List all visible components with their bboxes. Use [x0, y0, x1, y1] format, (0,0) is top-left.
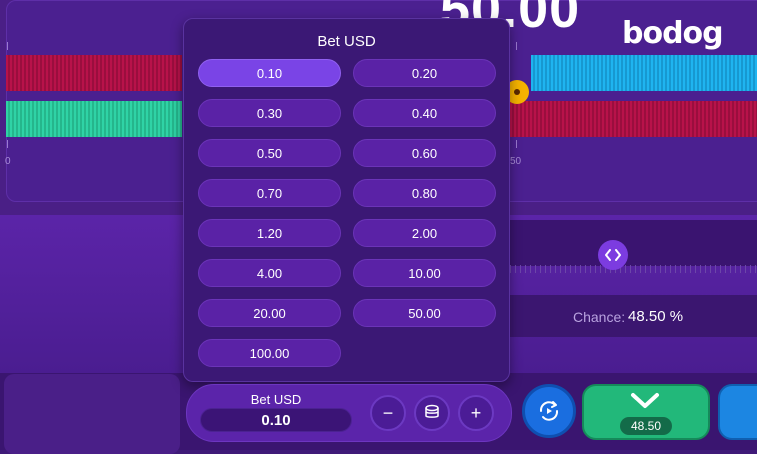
- axis-tick: [516, 140, 517, 148]
- bet-panel-title: Bet USD: [317, 33, 376, 50]
- bet-option[interactable]: 0.50: [198, 139, 341, 167]
- bet-option[interactable]: 10.00: [353, 259, 496, 287]
- roll-under-value: 48.50: [620, 417, 672, 435]
- coin-stack-icon: [425, 404, 439, 418]
- red-range-bar-bottom: [510, 101, 757, 137]
- chevron-down-icon: [631, 393, 659, 408]
- plus-icon: +: [470, 402, 482, 423]
- bet-option[interactable]: 50.00: [353, 299, 496, 327]
- increase-bet-button[interactable]: +: [458, 395, 494, 431]
- axis-tick: [7, 42, 8, 50]
- bet-option[interactable]: 0.60: [353, 139, 496, 167]
- bodog-logo: bodog: [622, 16, 724, 51]
- bottom-left-card: [4, 374, 180, 454]
- slider-handle[interactable]: [598, 240, 628, 270]
- bet-control-title: Bet USD: [250, 392, 302, 407]
- axis-label-min: 0: [5, 156, 11, 167]
- bet-option[interactable]: 0.30: [198, 99, 341, 127]
- bet-option[interactable]: 0.10: [198, 59, 341, 87]
- bet-option[interactable]: 2.00: [353, 219, 496, 247]
- bet-option[interactable]: 0.80: [353, 179, 496, 207]
- chance-slider-track[interactable]: [505, 220, 757, 266]
- chance-label: Chance:: [573, 309, 626, 325]
- axis-label-mid: 50: [510, 156, 522, 167]
- axis-tick: [516, 42, 517, 50]
- bet-option[interactable]: 0.20: [353, 59, 496, 87]
- bet-options-grid: 0.10 0.20 0.30 0.40 0.50 0.60 0.70 0.80 …: [198, 59, 496, 367]
- bet-option[interactable]: 20.00: [198, 299, 341, 327]
- autoplay-icon: [539, 401, 559, 421]
- bet-option[interactable]: 1.20: [198, 219, 341, 247]
- chance-value: 48.50 %: [628, 308, 684, 325]
- bet-option[interactable]: 100.00: [198, 339, 341, 367]
- minus-icon: −: [382, 402, 394, 423]
- roll-over-button[interactable]: [718, 384, 757, 440]
- decrease-bet-button[interactable]: −: [370, 395, 406, 431]
- slider-ticks: [505, 265, 757, 273]
- axis-tick: [7, 140, 8, 148]
- bet-option[interactable]: 0.70: [198, 179, 341, 207]
- auto-play-button[interactable]: [522, 384, 576, 438]
- bet-amount-dropdown: Bet USD 0.10 0.20 0.30 0.40 0.50 0.60 0.…: [183, 18, 510, 382]
- bet-chips-button[interactable]: [414, 395, 450, 431]
- bet-option[interactable]: 4.00: [198, 259, 341, 287]
- bet-option[interactable]: 0.40: [353, 99, 496, 127]
- red-range-bar-top: [6, 55, 182, 91]
- blue-range-bar: [531, 55, 757, 91]
- left-right-arrows-icon: [605, 249, 621, 261]
- teal-range-bar: [6, 101, 182, 137]
- bet-amount-field[interactable]: 0.10: [200, 408, 352, 432]
